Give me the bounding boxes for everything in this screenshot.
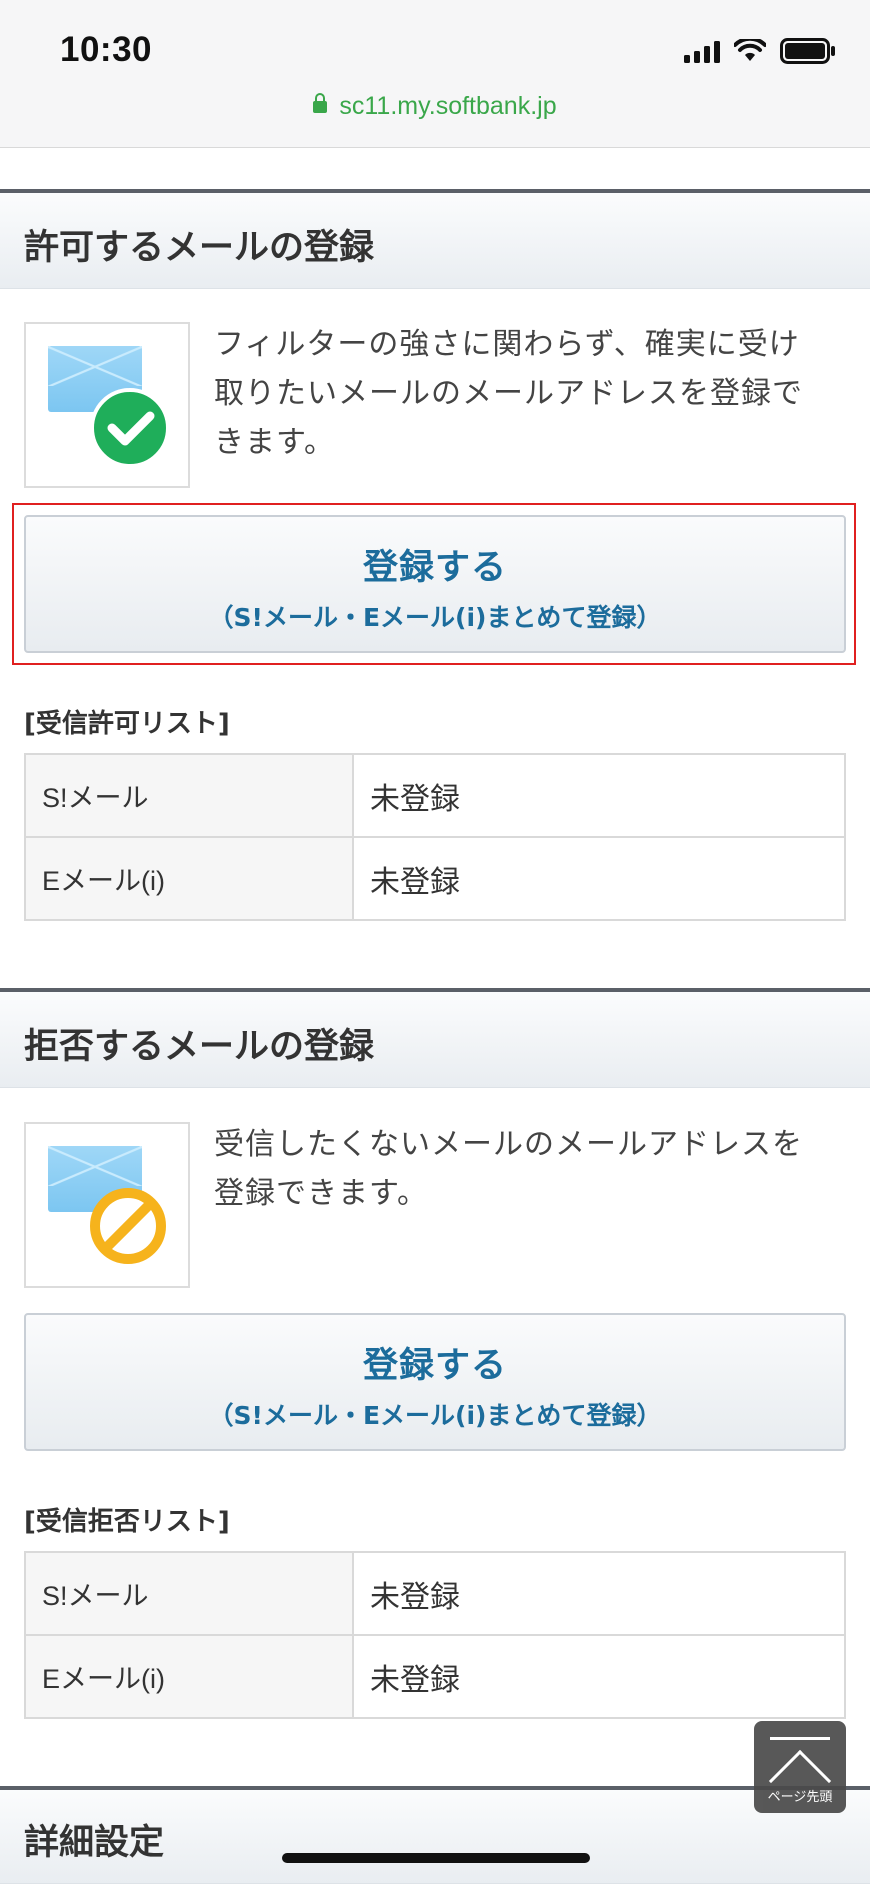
allow-list-table: S!メール 未登録 Eメール(i) 未登録 [24,753,846,921]
allow-register-sublabel: （S!メール・Eメール(i)まとめて登録） [208,603,662,632]
allow-row-key: S!メール [24,753,354,838]
allow-row-key: Eメール(i) [24,836,354,921]
deny-row-value: 未登録 [352,1551,846,1636]
page-top-button[interactable]: ページ先頭 [754,1721,846,1813]
allow-section-header: 許可するメールの登録 [0,189,870,289]
browser-top-bar: 10:30 sc11.my.softbank.jp [0,0,870,148]
allow-description-line: フィルターの強さに関わらず、確実に受け [214,327,800,362]
table-row: Eメール(i) 未登録 [24,1634,846,1719]
details-section-header[interactable]: 詳細設定 [0,1786,870,1884]
table-row: Eメール(i) 未登録 [24,836,846,921]
allow-register-button[interactable]: 登録する （S!メール・Eメール(i)まとめて登録） [24,515,846,653]
deny-description-line: 受信したくないメールのメールアドレスを [214,1127,803,1162]
allow-row-value: 未登録 [352,753,846,838]
deny-row-key: S!メール [24,1551,354,1636]
page-top-label: ページ先頭 [767,1790,833,1805]
deny-list-table: S!メール 未登録 Eメール(i) 未登録 [24,1551,846,1719]
deny-section-title: 拒否するメールの登録 [24,1027,375,1067]
details-section-title: 詳細設定 [24,1823,165,1863]
url-bar[interactable]: sc11.my.softbank.jp [0,92,870,121]
allow-section-title: 許可するメールの登録 [24,228,375,268]
allow-list-label: [受信許可リスト] [24,709,230,739]
status-time: 10:30 [60,30,153,69]
allow-description: フィルターの強さに関わらず、確実に受け 取りたいメールのメールアドレスを登録で … [214,320,834,467]
deny-register-label: 登録する [362,1346,507,1386]
allow-register-label: 登録する [362,548,507,588]
home-indicator[interactable] [282,1853,590,1863]
status-icons [684,38,836,64]
page-top-icon [770,1737,830,1740]
battery-icon [780,38,835,64]
wifi-icon [734,39,766,61]
deny-register-button[interactable]: 登録する （S!メール・Eメール(i)まとめて登録） [24,1313,846,1451]
signal-icon [684,39,720,63]
lock-icon [313,93,328,113]
deny-row-key: Eメール(i) [24,1634,354,1719]
allow-description-line: きます。 [214,425,335,460]
url-text: sc11.my.softbank.jp [339,92,557,120]
deny-list-label: [受信拒否リスト] [24,1507,230,1537]
deny-row-value: 未登録 [352,1634,846,1719]
deny-description-line: 登録できます。 [214,1176,428,1211]
table-row: S!メール 未登録 [24,1551,846,1636]
allow-description-line: 取りたいメールのメールアドレスを登録で [214,376,803,411]
mail-deny-icon [24,1122,190,1288]
mail-allow-icon [24,322,190,488]
table-row: S!メール 未登録 [24,753,846,838]
deny-register-sublabel: （S!メール・Eメール(i)まとめて登録） [208,1401,662,1430]
allow-row-value: 未登録 [352,836,846,921]
deny-section-header: 拒否するメールの登録 [0,988,870,1088]
deny-description: 受信したくないメールのメールアドレスを 登録できます。 [214,1120,834,1218]
